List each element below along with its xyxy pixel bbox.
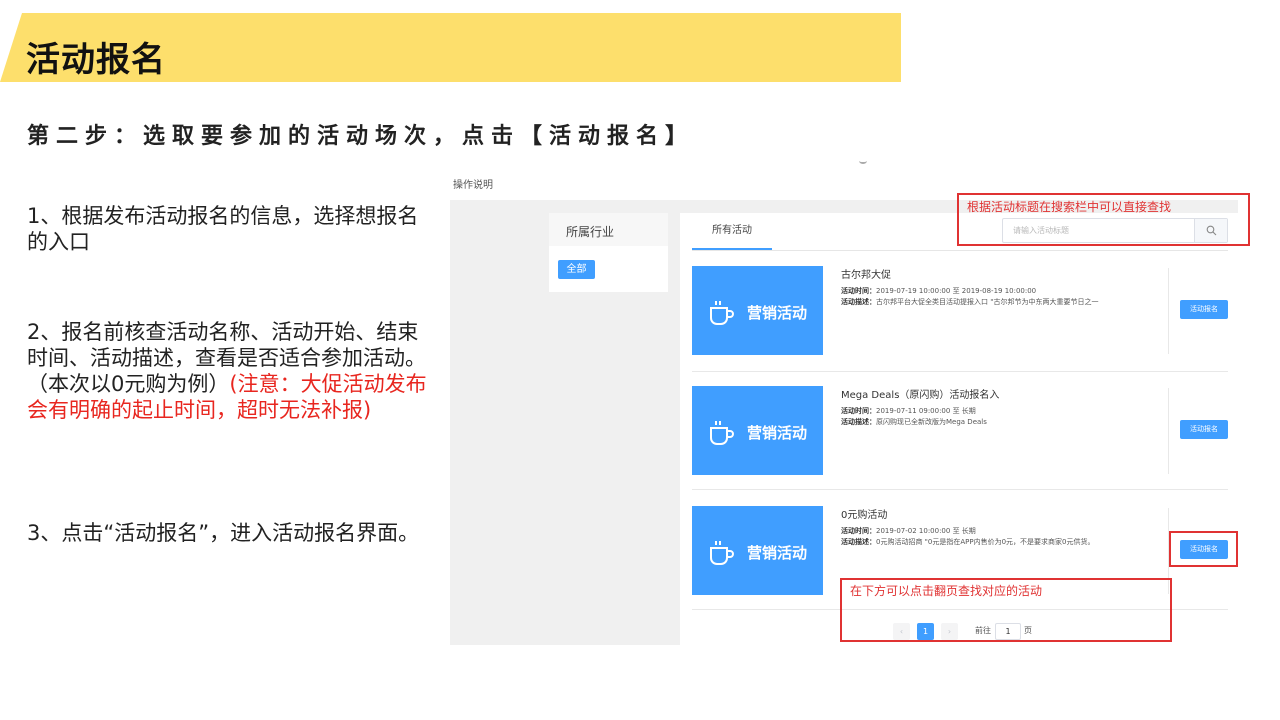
step-1-text: 1、根据发布活动报名的信息，选择想报名的入口 (27, 204, 419, 254)
activity-desc-label: 活动描述： (841, 538, 876, 546)
banner-text: 营销活动 (747, 304, 808, 322)
activity-desc-value: 古尔邦平台大促全类目活动提报入口 "古尔邦节为中东两大重要节日之一 (876, 298, 1099, 306)
activity-desc-value: 0元购活动招商 "0元是指在APP内售价为0元，不是要求商家0元供货。 (876, 538, 1095, 546)
card-divider (1168, 388, 1169, 474)
slide-title: 活动报名 (26, 40, 166, 80)
activity-time-value: 2019-07-19 10:00:00 至 2019-08-19 10:00:0… (876, 287, 1037, 295)
pager-annotation: 在下方可以点击翻页查找对应的活动 (850, 584, 1043, 598)
banner-text: 营销活动 (747, 424, 808, 442)
industry-sidebar: 所属行业 全部 (549, 213, 668, 292)
activity-title: Mega Deals（原闪购）活动报名入 (841, 390, 1000, 401)
coffee-cup-icon (710, 541, 734, 565)
activity-time: 活动时间：2019-07-11 09:00:00 至 长期 (841, 406, 976, 416)
step-1: 1、根据发布活动报名的信息，选择想报名的入口 (27, 203, 432, 255)
tab-divider (692, 250, 1228, 251)
card-divider (1168, 268, 1169, 354)
activity-time-value: 2019-07-02 10:00:00 至 长期 (876, 527, 976, 535)
activity-time-label: 活动时间： (841, 287, 876, 295)
activity-banner: 营销活动 (692, 506, 823, 595)
activity-card: 营销活动 Mega Deals（原闪购）活动报名入 活动时间：2019-07-1… (692, 386, 1228, 486)
step-3-text: 3、点击“活动报名”，进入活动报名界面。 (27, 521, 420, 545)
coffee-cup-icon (710, 421, 734, 445)
slide-subtitle: 第二步：选取要参加的活动场次，点击【活动报名】 (27, 124, 695, 149)
activity-time-label: 活动时间： (841, 407, 876, 415)
activity-time-value: 2019-07-11 09:00:00 至 长期 (876, 407, 976, 415)
tab-all-activities[interactable]: 所有活动 (692, 213, 772, 250)
enroll-button[interactable]: 活动报名 (1180, 420, 1228, 439)
activity-title: 古尔邦大促 (841, 270, 891, 281)
card-separator (692, 371, 1228, 372)
activity-desc-label: 活动描述： (841, 418, 876, 426)
activity-title: 0元购活动 (841, 510, 888, 521)
search-annotation: 根据活动标题在搜索栏中可以直接查找 (967, 200, 1172, 214)
banner-text: 营销活动 (747, 544, 808, 562)
activity-time: 活动时间：2019-07-19 10:00:00 至 2019-08-19 10… (841, 286, 1036, 296)
step-3: 3、点击“活动报名”，进入活动报名界面。 (27, 520, 432, 546)
activity-card: 营销活动 古尔邦大促 活动时间：2019-07-19 10:00:00 至 20… (692, 266, 1228, 366)
activity-desc: 活动描述：原闪购现已全新改版为Mega Deals (841, 417, 987, 427)
enroll-button[interactable]: 活动报名 (1180, 300, 1228, 319)
activity-desc: 活动描述：古尔邦平台大促全类目活动提报入口 "古尔邦节为中东两大重要节日之一 (841, 297, 1098, 307)
op-label: 操作说明 (453, 180, 493, 191)
activity-time-label: 活动时间： (841, 527, 876, 535)
activity-banner: 营销活动 (692, 266, 823, 355)
activity-banner: 营销活动 (692, 386, 823, 475)
enroll-highlight-box (1169, 531, 1238, 567)
activity-time: 活动时间：2019-07-02 10:00:00 至 长期 (841, 526, 976, 536)
activity-desc-label: 活动描述： (841, 298, 876, 306)
industry-header: 所属行业 (549, 213, 668, 246)
activity-desc: 活动描述：0元购活动招商 "0元是指在APP内售价为0元，不是要求商家0元供货。 (841, 537, 1095, 547)
decorative-mark (859, 158, 867, 164)
step-2: 2、报名前核查活动名称、活动开始、结束时间、活动描述，查看是否适合参加活动。（本… (27, 319, 432, 423)
activity-desc-value: 原闪购现已全新改版为Mega Deals (876, 418, 987, 426)
coffee-cup-icon (710, 301, 734, 325)
industry-chip-all[interactable]: 全部 (558, 260, 595, 279)
card-separator (692, 489, 1228, 490)
